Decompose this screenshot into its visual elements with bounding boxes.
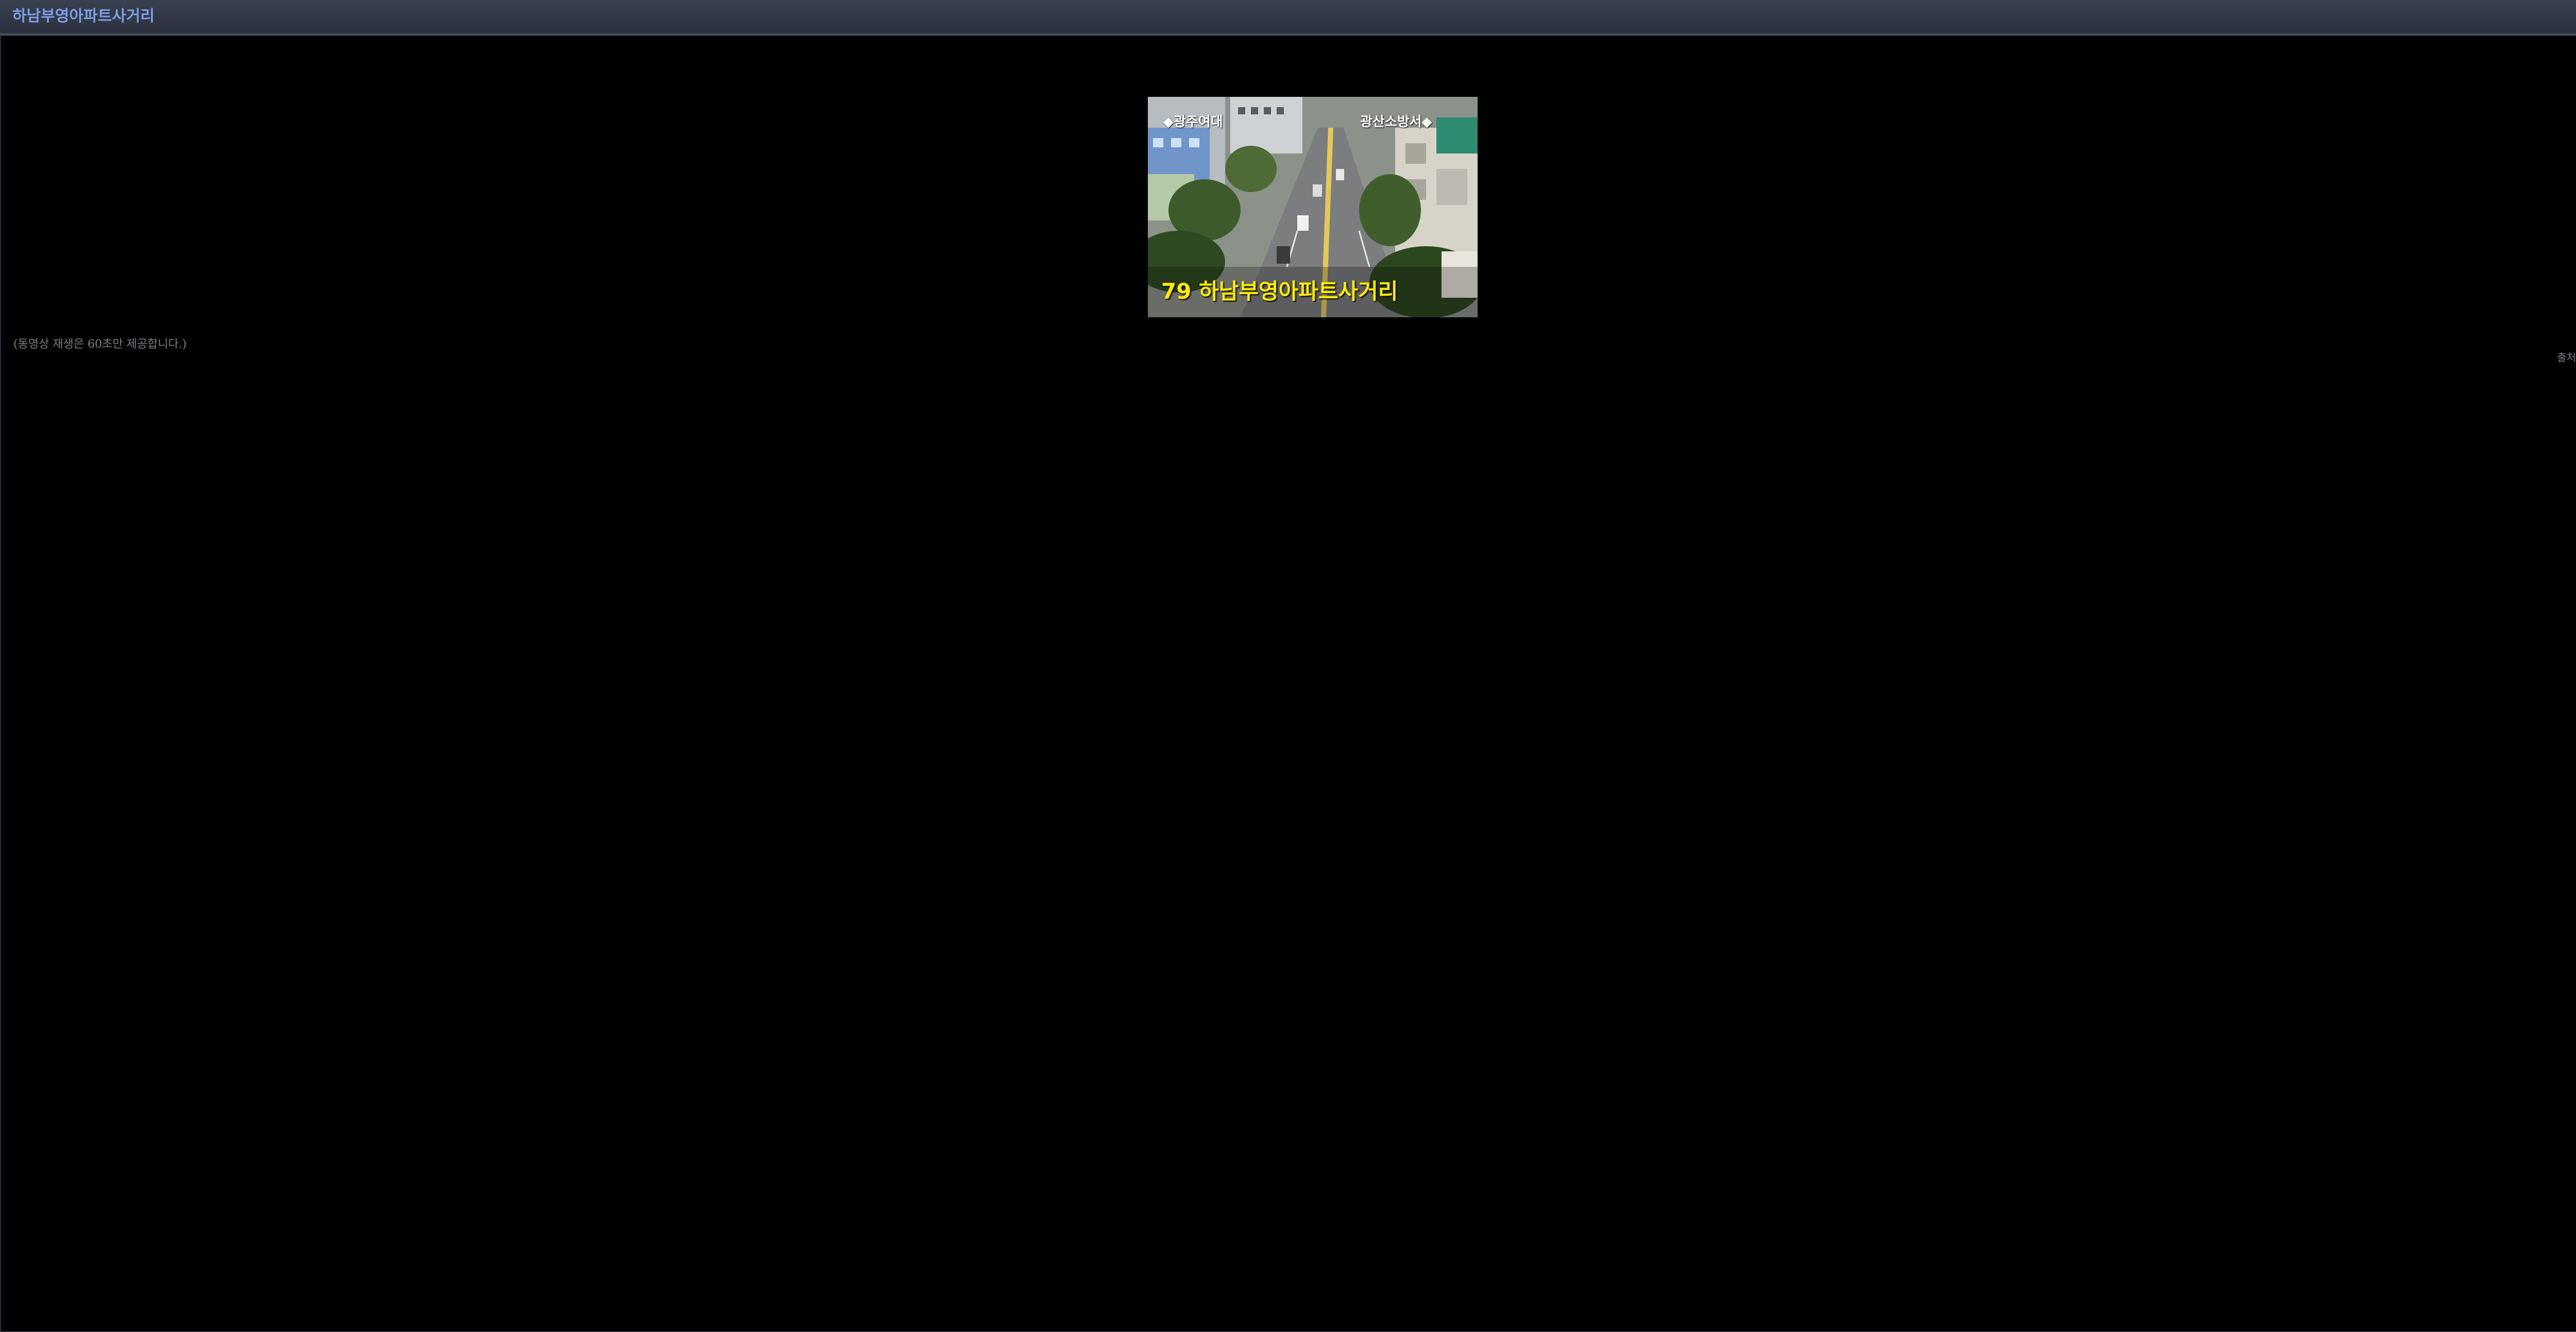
source-credit: 출처:광주시 [2557, 351, 2576, 364]
content-area: ◆광주여대 광산소방서◆ 79 하남부영아파트사거리 (동영상 재생은 60초만… [0, 35, 2576, 1332]
direction-label-left: ◆광주여대 [1163, 114, 1223, 130]
window-titlebar: 하남부영아파트사거리 × [0, 0, 2576, 35]
camera-caption: 79 하남부영아파트사거리 [1161, 279, 1398, 304]
playback-notice: (동영상 재생은 60초만 제공합니다.) [13, 338, 187, 351]
direction-label-right: 광산소방서◆ [1360, 114, 1432, 130]
window-title: 하남부영아파트사거리 [12, 7, 155, 25]
cctv-video-player[interactable]: ◆광주여대 광산소방서◆ 79 하남부영아파트사거리 [1148, 97, 1478, 317]
